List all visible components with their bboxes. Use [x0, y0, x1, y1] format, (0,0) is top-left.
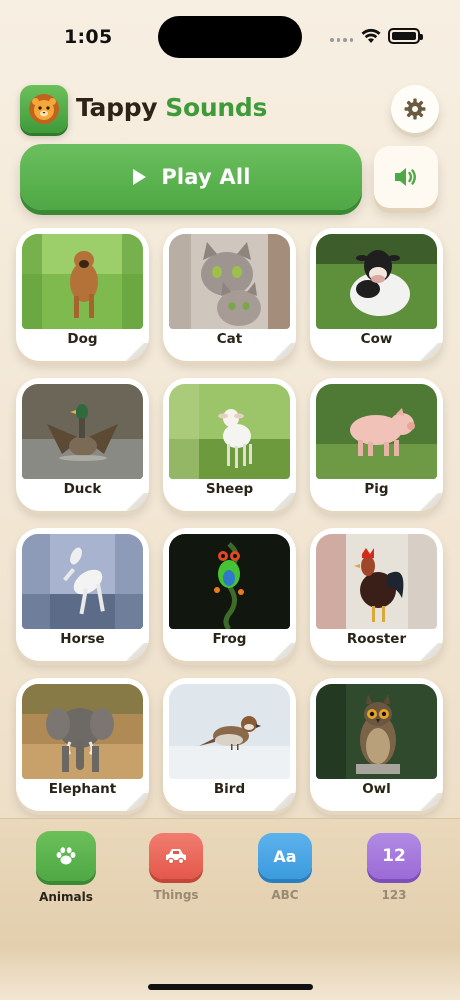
- animal-card-horse[interactable]: Horse: [16, 528, 149, 661]
- page-curl: [270, 643, 296, 661]
- cow-photo: [316, 234, 437, 329]
- tab-things-button[interactable]: [149, 833, 203, 879]
- play-all-button[interactable]: Play All: [20, 144, 362, 210]
- page-curl: [123, 643, 149, 661]
- animal-grid: Dog Cat Cow Duck Sheep Pig Horse Frog Ro…: [16, 228, 446, 811]
- wifi-icon: [361, 28, 381, 43]
- tab-label: ABC: [271, 888, 299, 902]
- page-curl: [417, 343, 443, 361]
- sheep-photo: [169, 384, 290, 479]
- app-title-part1: Tappy: [76, 93, 158, 122]
- lion-icon: [29, 94, 59, 124]
- numbers-icon: 12: [382, 846, 406, 866]
- animal-card-bird[interactable]: Bird: [163, 678, 296, 811]
- cellular-signal-icon: [330, 38, 354, 42]
- duck-photo: [22, 384, 143, 479]
- elephant-photo: [22, 684, 143, 779]
- animal-card-dog[interactable]: Dog: [16, 228, 149, 361]
- owl-photo: [316, 684, 437, 779]
- animal-card-cat[interactable]: Cat: [163, 228, 296, 361]
- tab-123[interactable]: 12 123: [354, 831, 434, 902]
- page-curl: [123, 793, 149, 811]
- animal-card-duck[interactable]: Duck: [16, 378, 149, 511]
- car-icon: [166, 849, 186, 865]
- animal-card-sheep[interactable]: Sheep: [163, 378, 296, 511]
- gear-icon: [404, 98, 426, 120]
- pig-photo: [316, 384, 437, 479]
- page-curl: [417, 793, 443, 811]
- text-aa-icon: Aa: [273, 846, 297, 866]
- animal-card-rooster[interactable]: Rooster: [310, 528, 443, 661]
- bottom-tab-bar: Animals Things Aa ABC 12 123: [0, 818, 460, 1000]
- tab-label: Animals: [39, 890, 93, 904]
- status-time: 1:05: [64, 26, 113, 48]
- sound-toggle-button[interactable]: [374, 146, 438, 208]
- rooster-photo: [316, 534, 437, 629]
- settings-button[interactable]: [391, 85, 439, 133]
- tab-abc[interactable]: Aa ABC: [245, 831, 325, 902]
- app-title: Tappy Sounds: [76, 93, 267, 122]
- tab-animals[interactable]: Animals: [26, 831, 106, 904]
- app-title-part2: Sounds: [165, 93, 268, 122]
- tab-123-button[interactable]: 12: [367, 833, 421, 879]
- dynamic-island: [158, 16, 302, 58]
- animal-card-elephant[interactable]: Elephant: [16, 678, 149, 811]
- battery-icon: [388, 28, 423, 44]
- tab-label: 123: [381, 888, 407, 902]
- status-bar: 1:05: [0, 0, 460, 74]
- app-logo: [20, 85, 68, 133]
- tab-abc-button[interactable]: Aa: [258, 833, 312, 879]
- page-curl: [270, 793, 296, 811]
- animal-card-cow[interactable]: Cow: [310, 228, 443, 361]
- paw-icon: [56, 847, 76, 865]
- page-curl: [123, 493, 149, 511]
- page-curl: [123, 343, 149, 361]
- animal-card-owl[interactable]: Owl: [310, 678, 443, 811]
- animal-card-pig[interactable]: Pig: [310, 378, 443, 511]
- tab-animals-button[interactable]: [36, 831, 96, 881]
- play-all-label: Play All: [161, 165, 251, 189]
- animal-card-frog[interactable]: Frog: [163, 528, 296, 661]
- speaker-icon: [395, 168, 416, 186]
- page-curl: [270, 343, 296, 361]
- page-curl: [270, 493, 296, 511]
- page-curl: [417, 493, 443, 511]
- cat-photo: [169, 234, 290, 329]
- horse-photo: [22, 534, 143, 629]
- play-icon: [133, 169, 147, 185]
- bird-photo: [169, 684, 290, 779]
- frog-photo: [169, 534, 290, 629]
- tab-things[interactable]: Things: [136, 831, 216, 902]
- home-indicator[interactable]: [148, 984, 313, 990]
- tab-label: Things: [153, 888, 199, 902]
- dog-photo: [22, 234, 143, 329]
- page-curl: [417, 643, 443, 661]
